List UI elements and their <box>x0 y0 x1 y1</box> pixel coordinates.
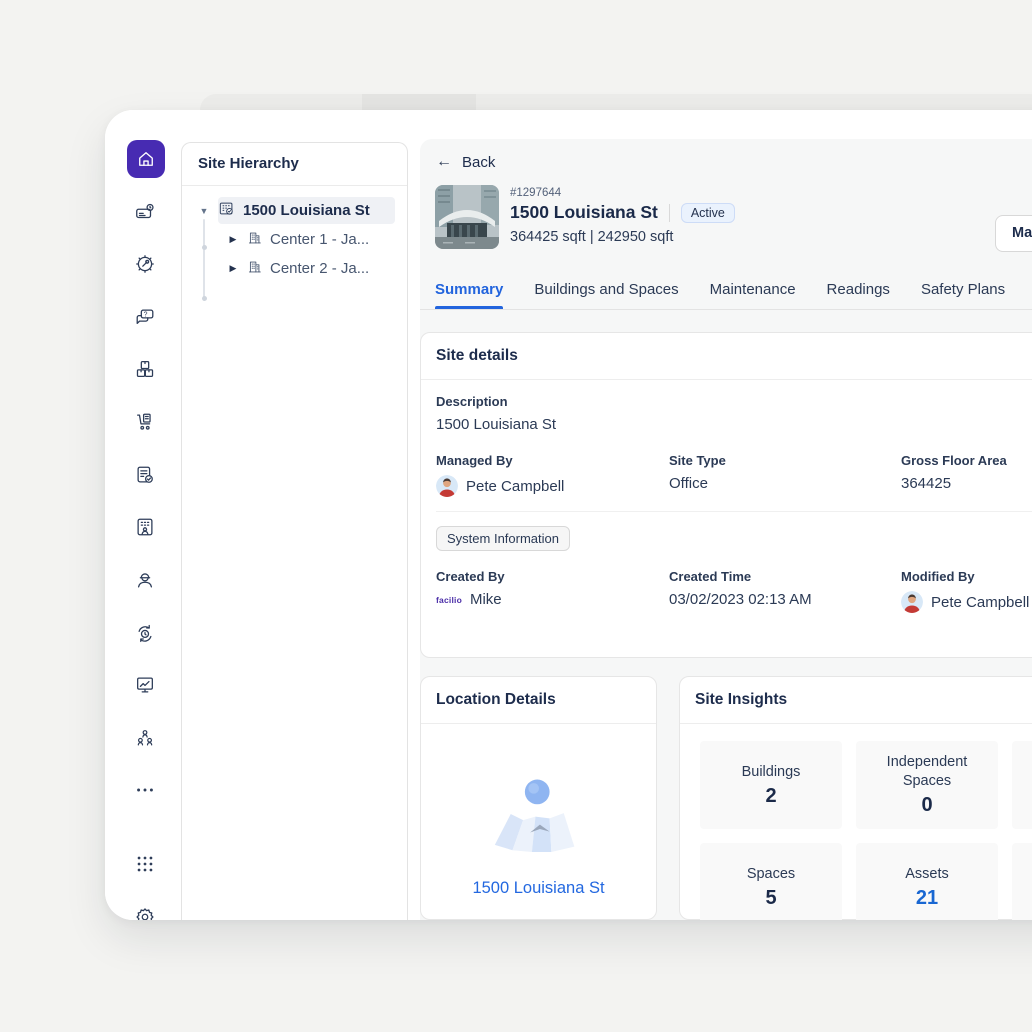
created-by-value: Mike <box>470 591 502 608</box>
location-address-link[interactable]: 1500 Louisiana St <box>464 877 614 899</box>
stat-tile <box>1012 741 1032 829</box>
modified-by-value: Pete Campbell <box>931 594 1029 611</box>
managed-by-label: Managed By <box>436 453 669 468</box>
tree-child-label[interactable]: Center 1 - Ja... <box>270 231 369 248</box>
main-content: ← Back #1297644 1500 Louisiana St Active… <box>420 139 1032 920</box>
tree-row-root[interactable]: ▼ 1500 Louisiana St <box>182 196 407 225</box>
caret-down-icon[interactable]: ▼ <box>198 206 210 216</box>
site-details-title: Site details <box>421 333 1032 380</box>
page-title: 1500 Louisiana St <box>510 202 658 223</box>
modified-by-label: Modified By <box>901 569 1032 584</box>
tree-child-label[interactable]: Center 2 - Ja... <box>270 260 369 277</box>
created-by-label: Created By <box>436 569 669 584</box>
stat-tile-independent-spaces: Independent Spaces 0 <box>856 741 998 829</box>
buildings-count: 2 <box>765 785 776 808</box>
svg-text:?: ? <box>144 311 148 318</box>
tab-readings[interactable]: Readings <box>827 269 890 309</box>
tree-row-child[interactable]: ▶ Center 1 - Ja... <box>182 225 407 254</box>
avatar <box>436 475 458 497</box>
stakeholders-icon[interactable] <box>134 727 156 749</box>
site-tree: ▼ 1500 Louisiana St ▶ Center 1 - Ja... ▶ <box>182 186 407 283</box>
site-photo <box>435 185 499 249</box>
contracts-icon[interactable] <box>134 464 156 486</box>
divider <box>436 511 1032 512</box>
tenants-icon[interactable] <box>134 516 156 538</box>
sidebar-rail: ? <box>105 110 181 920</box>
site-insights-card: Site Insights Buildings 2 Independent Sp… <box>679 676 1032 920</box>
helpdesk-icon[interactable]: ? <box>134 306 156 328</box>
settings-icon[interactable] <box>134 906 156 920</box>
tree-root-label[interactable]: 1500 Louisiana St <box>243 202 370 219</box>
site-area: 364425 sqft | 242950 sqft <box>510 229 735 245</box>
tab-safety-plans[interactable]: Safety Plans <box>921 269 1005 309</box>
back-arrow-icon: ← <box>436 153 452 171</box>
vendors-icon[interactable] <box>134 569 156 591</box>
site-type-label: Site Type <box>669 453 901 468</box>
independent-spaces-count: 0 <box>921 794 932 817</box>
tab-buildings-and-spaces[interactable]: Buildings and Spaces <box>534 269 678 309</box>
tab-maintenance[interactable]: Maintenance <box>710 269 796 309</box>
stat-tile-buildings: Buildings 2 <box>700 741 842 829</box>
stat-tile <box>1012 843 1032 920</box>
created-time-label: Created Time <box>669 569 901 584</box>
stat-tile-assets: Assets 21 <box>856 843 998 920</box>
more-icon[interactable] <box>134 779 156 801</box>
site-header-text: #1297644 1500 Louisiana St Active 364425… <box>510 187 735 245</box>
managed-by-value: Pete Campbell <box>466 478 564 495</box>
insights-grid: Buildings 2 Independent Spaces 0 Spaces … <box>680 724 1032 920</box>
tab-summary[interactable]: Summary <box>435 269 503 309</box>
description-label: Description <box>436 394 1032 409</box>
analytics-icon[interactable] <box>134 674 156 696</box>
automation-icon[interactable] <box>134 622 156 644</box>
status-badge: Active <box>681 203 735 223</box>
system-information-chip: System Information <box>436 526 570 551</box>
gross-floor-area-value: 364425 <box>901 475 1032 492</box>
caret-right-icon[interactable]: ▶ <box>227 234 239 245</box>
divider <box>669 204 670 222</box>
building-icon <box>247 259 262 279</box>
stat-tile-spaces: Spaces 5 <box>700 843 842 920</box>
map-illustration <box>486 774 592 859</box>
gross-floor-area-label: Gross Floor Area <box>901 453 1032 468</box>
site-icon <box>218 200 235 222</box>
site-hierarchy-title: Site Hierarchy <box>182 143 407 186</box>
site-details-card: Site details Description 1500 Louisiana … <box>420 332 1032 658</box>
site-type-value: Office <box>669 475 901 492</box>
location-details-card: Location Details 1500 Louisiana St <box>420 676 657 920</box>
site-insights-title: Site Insights <box>680 677 1032 724</box>
service-gear-icon[interactable] <box>134 253 156 275</box>
avatar <box>901 591 923 613</box>
site-hierarchy-panel: Site Hierarchy ▼ 1500 Louisiana St ▶ Cen… <box>181 142 408 920</box>
tree-row-child[interactable]: ▶ Center 2 - Ja... <box>182 254 407 283</box>
meter-icon[interactable] <box>134 201 156 223</box>
caret-right-icon[interactable]: ▶ <box>227 263 239 274</box>
created-time-value: 03/02/2023 02:13 AM <box>669 591 901 608</box>
manage-button[interactable]: Manage <box>995 215 1032 252</box>
spaces-count: 5 <box>765 887 776 910</box>
site-id: #1297644 <box>510 187 735 199</box>
tab-bar: Summary Buildings and Spaces Maintenance… <box>420 269 1032 310</box>
location-details-title: Location Details <box>421 677 656 724</box>
assets-count-link[interactable]: 21 <box>916 887 938 910</box>
back-button[interactable]: ← Back <box>436 153 495 171</box>
apps-grid-icon[interactable] <box>134 853 156 875</box>
description-value: 1500 Louisiana St <box>436 416 1032 433</box>
facilio-logo: facilio <box>436 595 462 605</box>
procurement-icon[interactable] <box>134 411 156 433</box>
app-window: ? <box>105 110 1032 920</box>
inventory-icon[interactable] <box>134 358 156 380</box>
building-icon <box>247 230 262 250</box>
home-icon[interactable] <box>127 140 165 178</box>
